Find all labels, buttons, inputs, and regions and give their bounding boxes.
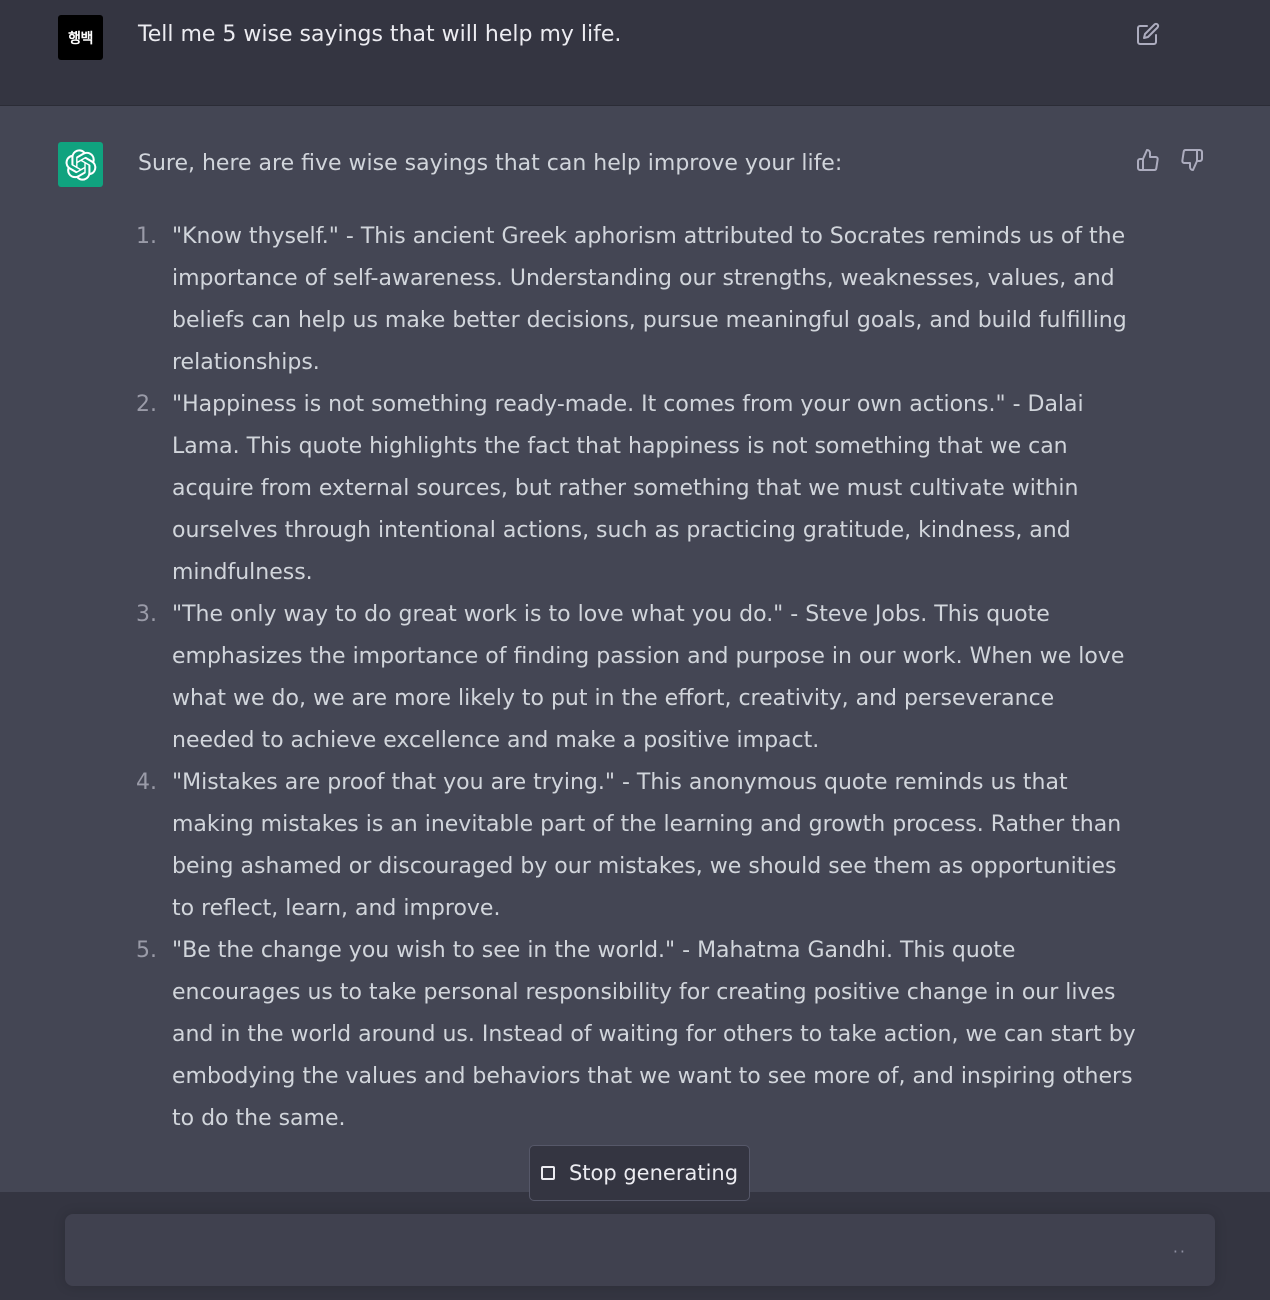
stop-generating-label: Stop generating [568, 1161, 739, 1185]
list-item-number: 5. [136, 938, 157, 963]
list-item-number: 4. [136, 770, 157, 795]
list-item: 3. "The only way to do great work is to … [136, 594, 1136, 762]
list-item-text: "The only way to do great work is to lov… [172, 602, 1125, 753]
list-item-number: 2. [136, 392, 157, 417]
user-message-text: Tell me 5 wise sayings that will help my… [138, 22, 622, 47]
list-item-text: "Be the change you wish to see in the wo… [172, 938, 1136, 1131]
list-item: 4. "Mistakes are proof that you are tryi… [136, 762, 1136, 930]
list-item-number: 3. [136, 602, 157, 627]
message-input-container: ·· [65, 1214, 1215, 1286]
list-item-text: "Mistakes are proof that you are trying.… [172, 770, 1122, 921]
edit-message-button[interactable] [1134, 20, 1162, 48]
thumbs-down-icon [1181, 149, 1203, 171]
thumbs-up-button[interactable] [1134, 146, 1162, 174]
list-item: 5. "Be the change you wish to see in the… [136, 930, 1136, 1140]
user-avatar: 행백 [58, 15, 103, 60]
user-message-row: 행백 Tell me 5 wise sayings that will help… [0, 0, 1270, 106]
list-item-text: "Happiness is not something ready-made. … [172, 392, 1084, 585]
stop-icon [540, 1166, 555, 1180]
assistant-intro-text: Sure, here are five wise sayings that ca… [138, 151, 843, 176]
thumbs-down-button[interactable] [1178, 146, 1206, 174]
message-input[interactable] [81, 1236, 1161, 1266]
feedback-buttons [1134, 146, 1206, 174]
list-item-number: 1. [136, 224, 157, 249]
typing-status-indicator: ·· [1172, 1242, 1187, 1261]
list-item: 2. "Happiness is not something ready-mad… [136, 384, 1136, 594]
list-item: 1. "Know thyself." - This ancient Greek … [136, 216, 1136, 384]
composer-area: ·· [0, 1192, 1270, 1300]
assistant-avatar [58, 142, 103, 187]
stop-generating-button[interactable]: Stop generating [529, 1145, 750, 1201]
thumbs-up-icon [1137, 149, 1159, 171]
edit-icon [1137, 22, 1160, 45]
wise-sayings-list: 1. "Know thyself." - This ancient Greek … [136, 216, 1136, 1140]
list-item-text: "Know thyself." - This ancient Greek aph… [172, 224, 1127, 375]
assistant-message-row: Sure, here are five wise sayings that ca… [0, 106, 1270, 1192]
openai-logo-icon [65, 148, 96, 181]
